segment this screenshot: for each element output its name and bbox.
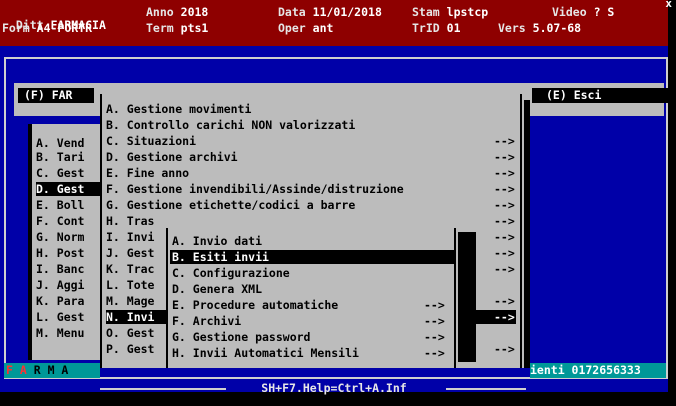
left-menu-item[interactable]: I. Banc <box>36 262 84 276</box>
left-menu-item[interactable]: L. Gest <box>36 310 84 324</box>
submenu-arrow: --> <box>494 246 515 260</box>
main-menu-item[interactable]: H. Tras <box>106 214 154 228</box>
far-button[interactable]: (F) FAR <box>18 88 94 103</box>
main-menu-item[interactable]: O. Gest <box>106 326 154 340</box>
left-menu-item[interactable]: J. Aggi <box>36 278 84 292</box>
header-label-term: Term <box>146 21 174 35</box>
header-value-trid: 01 <box>446 21 461 35</box>
left-menu-item[interactable]: B. Tari <box>36 150 84 164</box>
sub-menu-item[interactable]: D. Genera XML <box>172 282 262 296</box>
header-label-video: Video <box>552 5 587 19</box>
main-menu-item[interactable]: P. Gest <box>106 342 154 356</box>
left-menu-item[interactable]: K. Para <box>36 294 84 308</box>
esci-button[interactable]: (E) Esci <box>532 88 670 103</box>
header-label-stam: Stam <box>412 5 440 19</box>
submenu-arrow-selected: --> <box>494 310 515 324</box>
left-menu-item[interactable]: M. Menu <box>36 326 84 340</box>
header-value-oper: ant <box>312 21 334 35</box>
submenu-arrow: --> <box>494 134 515 148</box>
submenu-arrow: --> <box>424 346 445 360</box>
help-line: SH+F7.Help=Ctrl+A.Inf <box>261 381 407 395</box>
main-menu-item[interactable]: B. Controllo carichi NON valorizzati <box>106 118 355 132</box>
submenu-arrow: --> <box>494 198 515 212</box>
close-icon[interactable]: x <box>665 0 672 10</box>
header-value-term: pts1 <box>180 21 209 35</box>
status-left-rest: R M A <box>33 363 69 377</box>
submenu-arrow: --> <box>424 314 445 328</box>
submenu-arrow: --> <box>494 294 515 308</box>
main-menu-item[interactable]: L. Tote <box>106 278 154 292</box>
main-menu-item[interactable]: A. Gestione movimenti <box>106 102 251 116</box>
sub-menu-item[interactable]: E. Procedure automatiche <box>172 298 338 312</box>
submenu-arrow: --> <box>424 298 445 312</box>
status-right-text: ienti 0172656333 <box>530 363 641 377</box>
header-value-form: A4-PORTR <box>36 21 93 35</box>
left-menu-item[interactable]: C. Gest <box>36 166 84 180</box>
submenu-arrow: --> <box>494 214 515 228</box>
left-menu-item[interactable]: E. Boll <box>36 198 84 212</box>
main-menu-item[interactable]: I. Invi <box>106 230 154 244</box>
header-value-anno: 2018 <box>180 5 209 19</box>
header-value-stam: lpstcp <box>446 5 489 19</box>
sub-menu-item[interactable]: C. Configurazione <box>172 266 290 280</box>
status-bar-right: ienti 0172656333 <box>530 363 666 378</box>
main-menu-item[interactable]: E. Fine anno <box>106 166 189 180</box>
main-menu-item[interactable]: F. Gestione invendibili/Assinde/distruzi… <box>106 182 404 196</box>
sub-menu-item[interactable]: F. Archivi <box>172 314 241 328</box>
sub-menu-item[interactable]: G. Gestione password <box>172 330 310 344</box>
submenu-arrow: --> <box>494 262 515 276</box>
main-menu-item[interactable]: G. Gestione etichette/codici a barre <box>106 198 355 212</box>
sub-menu-item-selected[interactable]: B. Esiti invii <box>170 250 456 264</box>
header-value-video: ? S <box>593 5 615 19</box>
main-menu-item[interactable]: J. Gest <box>106 246 154 260</box>
main-menu-item[interactable]: D. Gestione archivi <box>106 150 238 164</box>
main-menu-item[interactable]: C. Situazioni <box>106 134 196 148</box>
submenu-arrow: --> <box>494 342 515 356</box>
submenu-arrow: --> <box>494 150 515 164</box>
main-menu-item[interactable]: M. Mage <box>106 294 154 308</box>
left-menu-item[interactable]: F. Cont <box>36 214 84 228</box>
header-label-vers: Vers <box>498 21 526 35</box>
submenu-arrow: --> <box>494 166 515 180</box>
submenu-arrow: --> <box>494 182 515 196</box>
left-menu-item[interactable]: H. Post <box>36 246 84 260</box>
header-label-trid: TrID <box>412 21 440 35</box>
header-label-data: Data <box>278 5 306 19</box>
header-value-data: 11/01/2018 <box>312 5 382 19</box>
left-menu-item-selected[interactable]: D. Gest <box>36 182 102 196</box>
sub-menu-item[interactable]: H. Invii Automatici Mensili <box>172 346 359 360</box>
status-bar-left: F A R M A <box>4 363 100 378</box>
submenu-arrow: --> <box>424 330 445 344</box>
main-menu-item[interactable]: K. Trac <box>106 262 154 276</box>
main-menu-item-selected[interactable]: N. Invi <box>106 310 166 324</box>
header-label-form: Form <box>2 21 30 35</box>
submenu-arrow: --> <box>494 230 515 244</box>
header-label-anno: Anno <box>146 5 174 19</box>
header-value-vers: 5.07-68 <box>532 21 582 35</box>
status-left-red: F A <box>6 363 27 377</box>
left-menu-item[interactable]: A. Vend <box>36 136 84 150</box>
left-menu-item[interactable]: G. Norm <box>36 230 84 244</box>
header-label-oper: Oper <box>278 21 306 35</box>
sub-menu-item[interactable]: A. Invio dati <box>172 234 262 248</box>
